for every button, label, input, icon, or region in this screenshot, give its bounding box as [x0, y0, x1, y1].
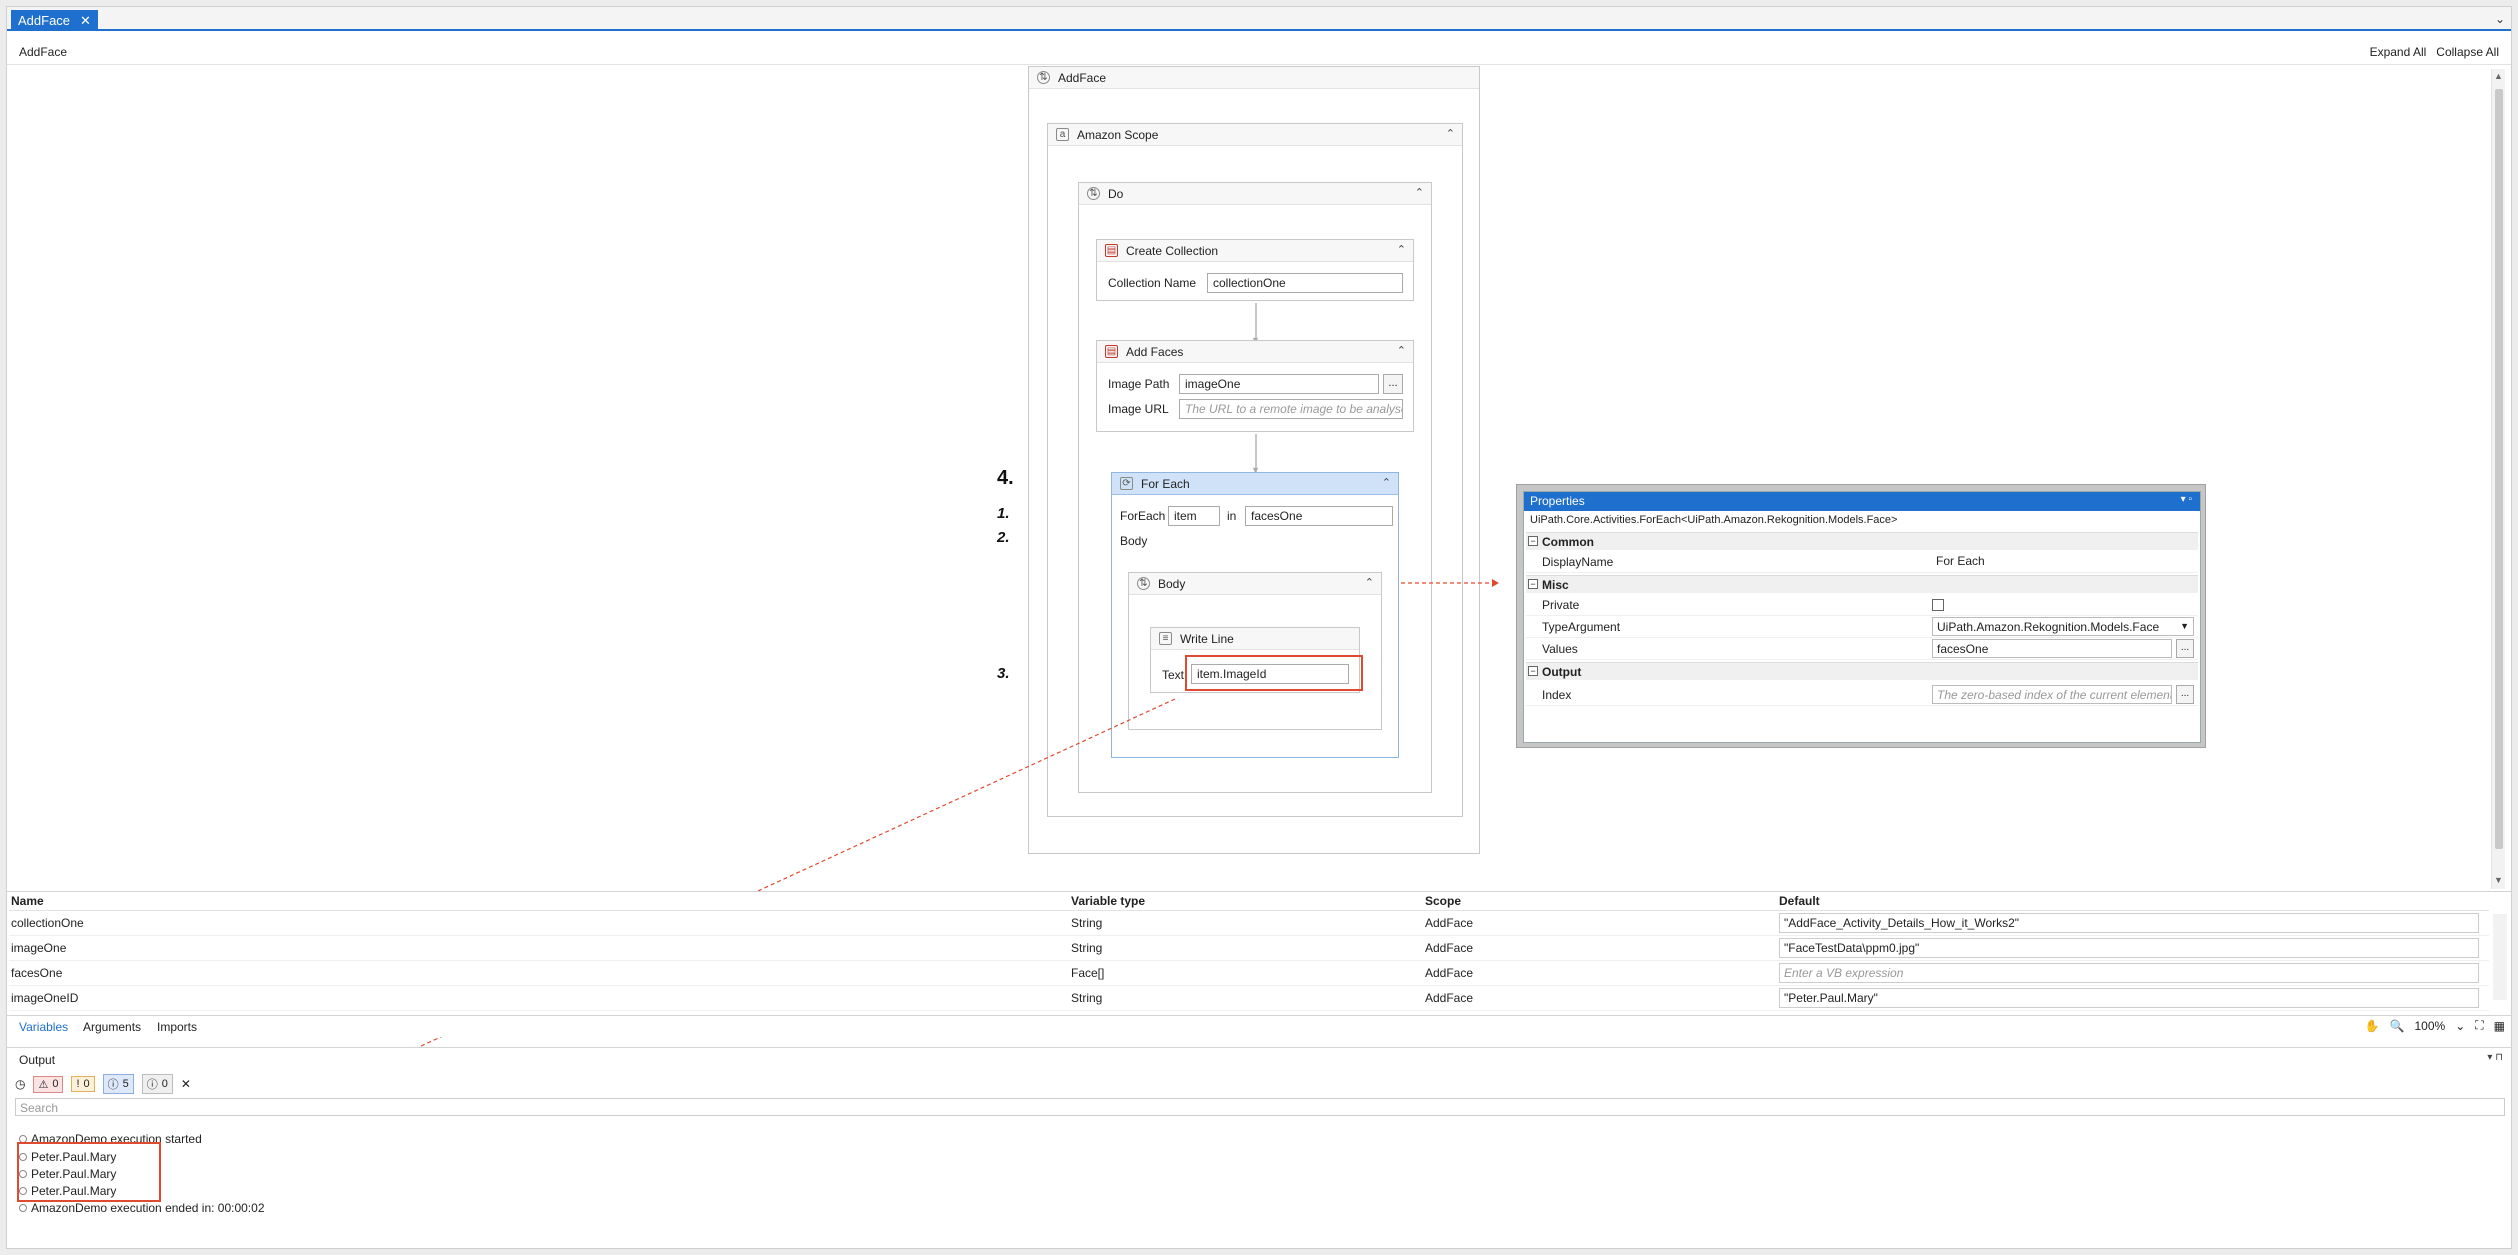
properties-title-bar: Properties ▾ ▫: [1524, 492, 2200, 511]
property-row: DisplayName For Each: [1526, 551, 2198, 573]
properties-type-name: UiPath.Core.Activities.ForEach<UiPath.Am…: [1530, 514, 1898, 526]
zoom-level[interactable]: 100%: [2414, 1019, 2445, 1033]
hand-icon[interactable]: ✋: [2365, 1019, 2380, 1033]
search-icon[interactable]: 🔍: [2390, 1019, 2405, 1033]
variable-default[interactable]: "FaceTestData\ppm0.jpg": [1779, 937, 2479, 958]
properties-title: Properties: [1530, 494, 1585, 508]
property-name: TypeArgument: [1542, 620, 1621, 634]
warnings-filter[interactable]: ! 0: [71, 1076, 95, 1092]
category-label: Output: [1542, 665, 1582, 679]
variable-default[interactable]: "AddFace_Activity_Details_How_it_Works2": [1779, 912, 2479, 933]
variable-type[interactable]: String: [1069, 985, 1423, 1011]
column-header[interactable]: Name: [9, 892, 1069, 911]
tab-variables[interactable]: Variables: [19, 1020, 68, 1034]
output-toolbar: ◷ ⚠ 0 ! 0 ⓘ 5 ⓘ 0 ✕: [15, 1074, 191, 1094]
output-panel: Output ▾ ⊓ ◷ ⚠ 0 ! 0 ⓘ 5 ⓘ 0 ✕ Search Amazon…: [7, 1047, 2511, 1247]
clock-icon[interactable]: ◷: [15, 1077, 25, 1091]
column-header[interactable]: Default: [1777, 892, 2489, 911]
variable-name[interactable]: collectionOne: [9, 910, 1069, 936]
browse-button[interactable]: ...: [2176, 639, 2194, 658]
error-icon: ⚠: [38, 1078, 49, 1091]
variables-table: Name Variable type Scope Default collect…: [9, 892, 2489, 1011]
variable-name[interactable]: facesOne: [9, 960, 1069, 986]
output-title: Output: [19, 1053, 56, 1067]
index-field[interactable]: The zero-based index of the current elem…: [1932, 685, 2172, 704]
clear-icon[interactable]: ✕: [181, 1077, 191, 1091]
overview-icon[interactable]: ▦: [2494, 1019, 2505, 1033]
output-line[interactable]: AmazonDemo execution ended in: 00:00:02: [19, 1201, 265, 1215]
studio-window: AddFace ✕ ⌄ AddFace Expand All Collapse …: [6, 6, 2512, 1249]
property-row: TypeArgument UiPath.Amazon.Rekognition.M…: [1526, 616, 2198, 638]
tab-imports[interactable]: Imports: [157, 1020, 197, 1034]
pin-icon[interactable]: ▾ ▫: [2181, 494, 2192, 505]
output-search-input[interactable]: Search: [15, 1098, 2505, 1116]
warning-icon: !: [76, 1078, 80, 1090]
collapse-toggle-icon[interactable]: −: [1528, 536, 1538, 546]
column-header[interactable]: Scope: [1423, 892, 1777, 911]
category-common[interactable]: − Common: [1526, 532, 2198, 550]
private-checkbox[interactable]: [1932, 599, 1944, 611]
variables-scrollbar[interactable]: [2493, 914, 2507, 1000]
trace-filter[interactable]: ⓘ 0: [141, 1074, 173, 1094]
browse-button[interactable]: ...: [2176, 685, 2194, 704]
display-name-value[interactable]: For Each: [1932, 552, 2172, 571]
output-text: AmazonDemo execution ended in: 00:00:02: [31, 1201, 265, 1215]
variable-type[interactable]: Face[]: [1069, 960, 1423, 986]
variable-scope[interactable]: AddFace: [1423, 985, 1777, 1011]
variable-type[interactable]: String: [1069, 935, 1423, 961]
info-filter[interactable]: ⓘ 5: [102, 1074, 134, 1094]
collapse-toggle-icon[interactable]: −: [1528, 579, 1538, 589]
variable-name[interactable]: imageOne: [9, 935, 1069, 961]
errors-filter[interactable]: ⚠ 0: [33, 1075, 64, 1093]
fit-to-screen-icon[interactable]: ⛶: [2475, 1018, 2483, 1033]
values-field[interactable]: facesOne: [1932, 639, 2172, 658]
highlight-box: [17, 1142, 161, 1202]
trace-count: 0: [161, 1078, 168, 1090]
variable-default[interactable]: Enter a VB expression: [1779, 962, 2479, 983]
dropdown-arrow-icon[interactable]: ▼: [2180, 621, 2189, 631]
warnings-count: 0: [83, 1078, 90, 1090]
info-icon: [19, 1204, 27, 1212]
trace-icon: ⓘ: [146, 1079, 158, 1091]
table-row[interactable]: collectionOne String AddFace "AddFace_Ac…: [9, 910, 2489, 936]
collapse-toggle-icon[interactable]: −: [1528, 666, 1538, 676]
variable-type[interactable]: String: [1069, 910, 1423, 936]
property-row: Index The zero-based index of the curren…: [1526, 684, 2198, 706]
info-icon: ⓘ: [107, 1079, 119, 1091]
variable-default[interactable]: "Peter.Paul.Mary": [1779, 987, 2479, 1008]
variable-scope[interactable]: AddFace: [1423, 935, 1777, 961]
properties-panel: Properties ▾ ▫ UiPath.Core.Activities.Fo…: [1516, 484, 2206, 748]
table-row[interactable]: imageOneID String AddFace "Peter.Paul.Ma…: [9, 985, 2489, 1011]
errors-count: 0: [52, 1078, 59, 1090]
property-name: DisplayName: [1542, 555, 1614, 569]
variable-name[interactable]: imageOneID: [9, 985, 1069, 1011]
column-header[interactable]: Variable type: [1069, 892, 1423, 911]
category-misc[interactable]: − Misc: [1526, 575, 2198, 593]
type-argument-value: UiPath.Amazon.Rekognition.Models.Face: [1937, 620, 2160, 634]
variables-panel: Name Variable type Scope Default collect…: [7, 891, 2511, 1021]
property-row: Values facesOne ...: [1526, 638, 2198, 660]
info-count: 5: [122, 1078, 129, 1090]
variable-scope[interactable]: AddFace: [1423, 910, 1777, 936]
type-argument-select[interactable]: UiPath.Amazon.Rekognition.Models.Face ▼: [1932, 617, 2194, 636]
category-label: Misc: [1542, 578, 1569, 592]
category-output[interactable]: − Output: [1526, 662, 2198, 680]
chevron-down-icon[interactable]: ⌄: [2455, 1019, 2465, 1033]
tab-arguments[interactable]: Arguments: [83, 1020, 141, 1034]
variable-scope[interactable]: AddFace: [1423, 960, 1777, 986]
category-label: Common: [1542, 535, 1594, 549]
pin-icon[interactable]: ▾ ⊓: [2487, 1052, 2503, 1063]
property-name: Private: [1542, 598, 1580, 612]
property-name: Values: [1542, 642, 1578, 656]
designer-bottom-tabs: Variables Arguments Imports ✋ 🔍 100% ⌄ ⛶…: [7, 1015, 2511, 1037]
property-row: Private: [1526, 594, 2198, 616]
table-row[interactable]: imageOne String AddFace "FaceTestData\pp…: [9, 935, 2489, 961]
table-row[interactable]: facesOne Face[] AddFace Enter a VB expre…: [9, 960, 2489, 986]
property-name: Index: [1542, 688, 1572, 702]
